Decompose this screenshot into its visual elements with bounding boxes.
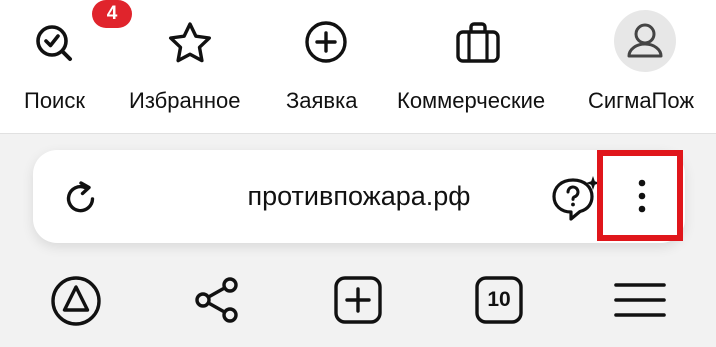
bottom-toolbar: 10 [0,270,716,330]
highlight-frame [597,150,683,241]
chat-sparkle-icon[interactable] [551,174,601,222]
nav-item-commercial[interactable]: Коммерческие [396,0,564,133]
share-icon[interactable] [189,270,245,330]
nav-label-favorites: Избранное [129,88,241,113]
nav-item-favorites[interactable]: Избранное [128,0,258,133]
alice-assistant-icon[interactable] [48,270,104,330]
address-bar[interactable]: противпожара.рф [33,150,685,243]
new-tab-icon[interactable] [330,270,386,330]
nav-label-search: Поиск [24,88,85,113]
plus-circle-icon [296,14,356,74]
nav-item-search[interactable]: 4 Поиск [22,0,132,133]
briefcase-icon [448,14,508,74]
nav-item-request[interactable]: Заявка [284,0,368,133]
tab-count: 10 [487,288,511,311]
user-avatar-icon [614,10,676,72]
nav-label-profile: СигмаПож [588,88,695,113]
nav-item-profile[interactable]: СигмаПож [588,0,716,133]
nav-label-commercial: Коммерческие [397,88,546,113]
tabs-icon[interactable]: 10 [471,270,527,330]
nav-label-request: Заявка [286,88,358,113]
notification-badge: 4 [92,0,132,28]
hamburger-menu-icon[interactable] [612,270,668,330]
star-icon [160,14,220,74]
search-check-icon [26,14,86,74]
top-navigation: 4 Поиск Избранное Заявка Коммерческие Си… [0,0,716,134]
